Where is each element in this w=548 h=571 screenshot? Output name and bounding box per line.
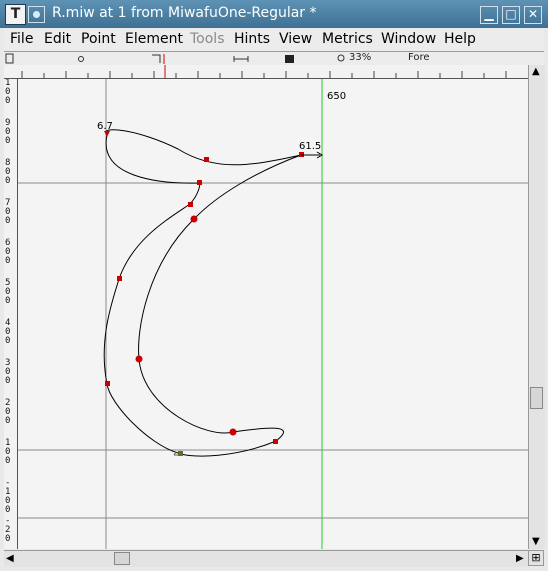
fill-icon <box>285 55 294 63</box>
vertical-ruler: 1 0 0 9 0 0 8 0 0 7 0 0 6 0 0 5 0 0 4 0 … <box>4 79 18 549</box>
ruler-digit: 0 <box>5 296 11 306</box>
window-menu-icon[interactable] <box>28 6 45 23</box>
pointer-tool-icon[interactable] <box>5 53 14 64</box>
ruler-digit: 0 <box>5 216 11 226</box>
info-bar: 33% Fore <box>4 52 544 65</box>
minimize-button[interactable]: ▁ <box>480 6 498 24</box>
vertical-scroll-thumb[interactable] <box>530 387 543 409</box>
menu-view[interactable]: View <box>279 31 312 47</box>
maximize-button[interactable]: □ <box>502 6 520 24</box>
ruler-digit: 0 <box>5 256 11 266</box>
right-point-label: 61.5 <box>299 141 322 152</box>
corner-point[interactable] <box>197 180 202 185</box>
scroll-up-icon[interactable]: ▲ <box>532 67 540 77</box>
point-indicator-icon <box>78 56 84 62</box>
ruler-digit: 0 <box>5 456 11 466</box>
glyph-outline[interactable] <box>103 129 302 457</box>
corner-point[interactable] <box>204 157 209 162</box>
on-curve-point[interactable] <box>229 428 237 436</box>
menu-bar: File Edit Point Element Tools Hints View… <box>4 29 544 52</box>
vertical-scrollbar[interactable]: ▲ ▼ <box>528 65 545 549</box>
ruler-digit: 0 <box>5 416 11 426</box>
zoom-level: 33% <box>349 52 372 63</box>
close-button[interactable]: ✕ <box>524 6 542 24</box>
advance-width-label: 650 <box>327 91 347 102</box>
ruler-digit: 0 <box>5 336 11 346</box>
fontforge-char-window: T R.miw at 1 from MiwafuOne-Regular * ▁ … <box>0 0 548 571</box>
menu-hints[interactable]: Hints <box>234 31 270 47</box>
scroll-down-icon[interactable]: ▼ <box>532 537 540 547</box>
on-curve-point[interactable] <box>190 215 198 223</box>
corner-point[interactable] <box>273 439 278 444</box>
menu-element[interactable]: Element <box>125 31 183 47</box>
scroll-left-icon[interactable]: ◀ <box>6 554 14 564</box>
horizontal-scroll-thumb[interactable] <box>114 552 130 565</box>
resize-corner-icon[interactable]: ⊞ <box>528 550 544 566</box>
horizontal-ruler <box>4 65 528 79</box>
menu-metrics[interactable]: Metrics <box>322 31 373 47</box>
menu-tools: Tools <box>190 31 225 47</box>
title-bar[interactable]: T R.miw at 1 from MiwafuOne-Regular * ▁ … <box>0 0 548 28</box>
left-point-label: 6.7 <box>97 121 113 132</box>
app-icon[interactable]: T <box>5 4 26 25</box>
zoom-icon <box>337 54 345 62</box>
ruler-digit: 0 <box>5 505 11 515</box>
cursor-position-icon <box>152 54 161 63</box>
horizontal-scrollbar[interactable]: ◀ ▶ <box>4 550 528 567</box>
menu-file[interactable]: File <box>10 31 33 47</box>
ruler-digit: 0 <box>5 534 11 544</box>
menu-window[interactable]: Window <box>381 31 436 47</box>
corner-point[interactable] <box>105 381 110 386</box>
active-layer: Fore <box>408 52 430 63</box>
window-title: R.miw at 1 from MiwafuOne-Regular * <box>52 5 317 21</box>
menu-point[interactable]: Point <box>81 31 116 47</box>
ruler-digit: 0 <box>5 96 11 106</box>
corner-point[interactable] <box>117 276 122 281</box>
glyph-edit-canvas[interactable]: 650 6.7 61.5 <box>18 79 528 549</box>
scroll-right-icon[interactable]: ▶ <box>516 554 524 564</box>
ruler-digit: 0 <box>5 376 11 386</box>
on-curve-point[interactable] <box>135 355 143 363</box>
menu-help[interactable]: Help <box>444 31 476 47</box>
corner-point[interactable] <box>188 202 193 207</box>
ruler-digit: 0 <box>5 136 11 146</box>
ruler-digit: 0 <box>5 176 11 186</box>
distance-icon <box>233 56 249 62</box>
right-point-arrow <box>301 151 323 159</box>
menu-edit[interactable]: Edit <box>44 31 71 47</box>
